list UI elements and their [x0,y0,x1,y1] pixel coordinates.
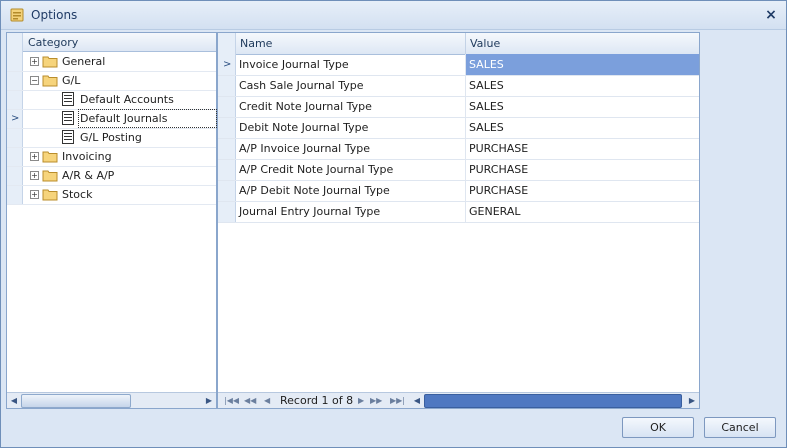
name-cell[interactable]: A/P Debit Note Journal Type [236,180,466,201]
expand-icon[interactable]: + [30,190,39,199]
close-icon[interactable]: × [762,6,780,24]
tree-item-default-accounts[interactable]: Default Accounts [7,90,216,110]
table-row[interactable]: A/P Credit Note Journal Type PURCHASE [218,159,699,181]
expand-icon[interactable]: + [30,171,39,180]
table-row[interactable]: A/P Debit Note Journal Type PURCHASE [218,180,699,202]
record-counter: Record 1 of 8 [280,394,354,407]
title-bar: Options × [1,1,786,30]
value-cell[interactable]: SALES [466,54,699,75]
prev-page-icon[interactable]: ◀◀ [244,394,256,407]
last-record-icon[interactable]: ▶▶| [390,394,405,407]
folder-icon [42,56,58,68]
name-cell[interactable]: Journal Entry Journal Type [236,201,466,222]
table-row[interactable]: Cash Sale Journal Type SALES [218,75,699,97]
tree-item-gl-posting[interactable]: G/L Posting [7,128,216,148]
value-cell[interactable]: PURCHASE [466,159,699,180]
options-dialog: Options × Category + General − G/L Defau… [0,0,787,448]
name-column-header[interactable]: Name [236,33,466,54]
value-cell[interactable]: GENERAL [466,201,699,222]
name-cell[interactable]: A/P Invoice Journal Type [236,138,466,159]
scroll-right-icon[interactable]: ▶ [686,394,698,407]
scrollbar-thumb[interactable] [21,394,131,408]
ok-button[interactable]: OK [622,417,694,438]
name-cell[interactable]: Debit Note Journal Type [236,117,466,138]
tree-item-label: G/L [62,74,81,87]
tree-item-label: General [62,55,106,68]
tree-item-gl[interactable]: − G/L [7,71,216,91]
scroll-right-icon[interactable]: ▶ [203,394,215,407]
options-app-icon [10,8,24,22]
category-column-header[interactable]: Category [23,33,216,52]
expand-icon[interactable]: + [30,57,39,66]
cancel-button[interactable]: Cancel [704,417,776,438]
value-cell[interactable]: SALES [466,75,699,96]
tree-item-invoicing[interactable]: + Invoicing [7,147,216,167]
tree-item-label: Default Accounts [80,93,174,106]
table-row[interactable]: Journal Entry Journal Type GENERAL [218,201,699,223]
tree-item-default-journals[interactable]: > Default Journals [7,109,217,129]
table-row[interactable]: Credit Note Journal Type SALES [218,96,699,118]
table-row[interactable]: Debit Note Journal Type SALES [218,117,699,139]
current-row-indicator: > [11,113,20,124]
grid-horizontal-scrollbar[interactable]: ◀ ▶ [410,392,699,408]
name-cell[interactable]: Credit Note Journal Type [236,96,466,117]
tree-item-label: A/R & A/P [62,169,115,182]
grid-document-icon [62,92,74,106]
record-navigator: |◀◀ ◀◀ ◀ Record 1 of 8 ▶ ▶▶ ▶▶| [218,392,410,408]
name-cell[interactable]: Cash Sale Journal Type [236,75,466,96]
tree-item-stock[interactable]: + Stock [7,185,216,205]
collapse-icon[interactable]: − [30,76,39,85]
value-cell[interactable]: SALES [466,96,699,117]
tree-item-label: Invoicing [62,150,112,163]
tree-item-ar-ap[interactable]: + A/R & A/P [7,166,216,186]
name-cell[interactable]: Invoice Journal Type [236,54,466,75]
tree-item-label: G/L Posting [80,131,142,144]
value-cell[interactable]: PURCHASE [466,180,699,201]
prev-record-icon[interactable]: ◀ [264,394,270,407]
category-tree: Category + General − G/L Default Account… [6,32,217,409]
tree-item-label: Default Journals [78,109,217,128]
tree-horizontal-scrollbar[interactable]: ◀ ▶ [7,392,216,408]
name-cell[interactable]: A/P Credit Note Journal Type [236,159,466,180]
next-record-icon[interactable]: ▶ [358,394,364,407]
first-record-icon[interactable]: |◀◀ [224,394,239,407]
folder-icon [42,189,58,201]
scroll-left-icon[interactable]: ◀ [8,394,20,407]
scroll-left-icon[interactable]: ◀ [411,394,423,407]
folder-open-icon [42,75,58,87]
window-title: Options [31,8,78,22]
grid-document-icon [62,111,74,125]
value-column-header[interactable]: Value [466,33,699,54]
tree-item-general[interactable]: + General [7,52,216,72]
value-cell[interactable]: SALES [466,117,699,138]
grid-document-icon [62,130,74,144]
next-page-icon[interactable]: ▶▶ [370,394,382,407]
folder-icon [42,170,58,182]
table-row[interactable]: A/P Invoice Journal Type PURCHASE [218,138,699,160]
current-row-indicator: > [223,59,232,70]
journal-type-grid: Name Value > Invoice Journal Type SALES … [217,32,700,409]
folder-icon [42,151,58,163]
scrollbar-thumb[interactable] [424,394,682,408]
tree-item-label: Stock [62,188,93,201]
expand-icon[interactable]: + [30,152,39,161]
value-cell[interactable]: PURCHASE [466,138,699,159]
grid-header: Name Value [236,33,699,55]
table-row[interactable]: > Invoice Journal Type SALES [218,54,699,76]
